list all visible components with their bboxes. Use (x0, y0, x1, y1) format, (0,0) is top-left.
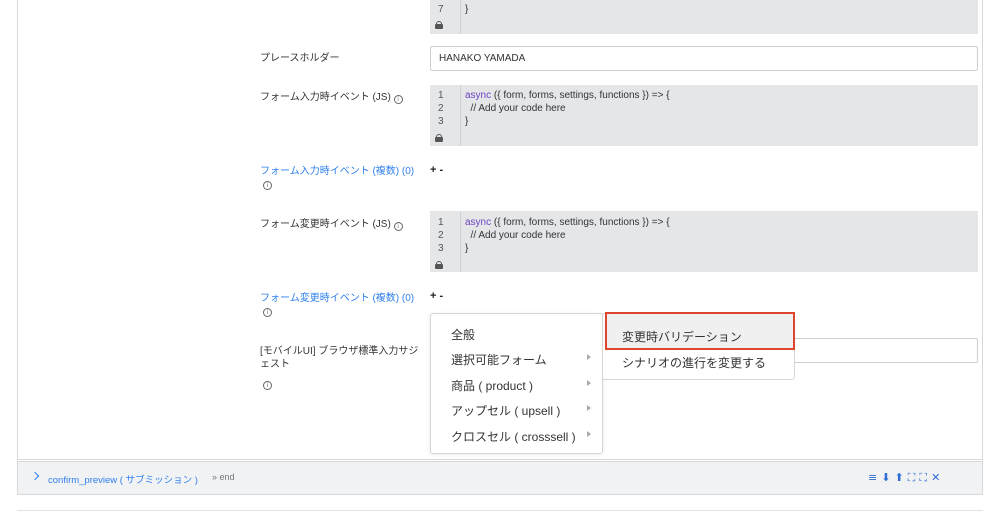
form-input-event-label: フォーム入力時イベント (JS) i (260, 91, 403, 104)
info-icon[interactable]: i (263, 181, 272, 190)
info-icon[interactable]: i (263, 381, 272, 390)
add-remove-controls: + - (430, 164, 443, 176)
add-button[interactable]: + (430, 164, 436, 176)
end-label: » end (212, 472, 235, 482)
line-number: 3 (438, 116, 444, 127)
menu-icon[interactable]: ≡ (868, 471, 877, 484)
lock-icon[interactable] (435, 134, 443, 142)
code-line: } (465, 243, 469, 254)
collapse-icon[interactable]: ⛶ (908, 471, 916, 484)
add-remove-controls: + - (430, 290, 443, 302)
line-number: 2 (438, 103, 444, 114)
info-icon[interactable]: i (393, 95, 403, 104)
placeholder-input[interactable]: HANAKO YAMADA (430, 46, 978, 71)
general-submenu: 変更時バリデーション シナリオの進行を変更する (602, 312, 795, 380)
chevron-right-icon (587, 431, 591, 437)
lock-icon[interactable] (435, 21, 443, 29)
code-line: } (465, 4, 469, 15)
line-number: 1 (438, 90, 444, 101)
chevron-right-icon (587, 405, 591, 411)
line-number: 7 (438, 4, 444, 15)
line-number: 2 (438, 230, 444, 241)
arrow-up-icon[interactable]: ⬆ (894, 471, 903, 484)
menu-item-crosssell[interactable]: クロスセル ( crosssell ) (451, 428, 576, 445)
remove-button[interactable]: - (440, 164, 444, 176)
lock-icon[interactable] (435, 261, 443, 269)
step-toolbar: ≡ ⬇ ⬆ ⛶ ⛶ ✕ (868, 471, 944, 485)
step-header-bar[interactable]: confirm_preview ( サブミッション ) » end ≡ ⬇ ⬆ ⛶ ⛶ ✕ (17, 461, 983, 495)
code-line: } (465, 116, 469, 127)
form-change-event-multi-link[interactable]: フォーム変更時イベント (複数) (0) (260, 292, 414, 305)
code-line: async ({ form, forms, settings, function… (465, 217, 670, 228)
code-editor-top[interactable]: 7 } (430, 0, 978, 34)
code-line: async ({ form, forms, settings, function… (465, 90, 670, 101)
chevron-right-icon[interactable] (30, 471, 40, 481)
menu-item-product[interactable]: 商品 ( product ) (451, 377, 533, 394)
placeholder-label: プレースホルダー (260, 53, 340, 64)
line-number: 1 (438, 217, 444, 228)
submenu-item-change-scenario-progress[interactable]: シナリオの進行を変更する (622, 354, 766, 371)
form-input-event-multi-link[interactable]: フォーム入力時イベント (複数) (0) (260, 165, 414, 178)
expand-icon[interactable]: ⛶ (919, 471, 927, 484)
info-icon[interactable]: i (263, 308, 272, 317)
code-editor-form-input[interactable]: 1 async ({ form, forms, settings, functi… (430, 85, 978, 146)
submenu-item-change-validation[interactable]: 変更時バリデーション (622, 328, 742, 345)
mobile-suggest-label: [モバイルUI] ブラウザ標準入力サジ ェスト (260, 346, 419, 370)
event-category-menu: 全般 選択可能フォーム 商品 ( product ) アップセル ( upsel… (430, 313, 603, 454)
chevron-right-icon (587, 380, 591, 386)
form-change-event-text: フォーム変更時イベント (JS) (260, 219, 391, 230)
code-comment: // Add your code here (465, 103, 566, 114)
code-editor-form-change[interactable]: 1 async ({ form, forms, settings, functi… (430, 211, 978, 272)
remove-button[interactable]: - (440, 290, 444, 302)
menu-item-general[interactable]: 全般 (451, 326, 475, 343)
divider (17, 510, 983, 511)
menu-item-selectable-forms[interactable]: 選択可能フォーム (451, 351, 547, 368)
arrow-down-icon[interactable]: ⬇ (881, 471, 890, 484)
add-button[interactable]: + (430, 290, 436, 302)
form-change-event-label: フォーム変更時イベント (JS) i (260, 218, 403, 231)
menu-item-upsell[interactable]: アップセル ( upsell ) (451, 402, 560, 419)
chevron-right-icon (587, 354, 591, 360)
step-title-link[interactable]: confirm_preview ( サブミッション ) (48, 472, 198, 486)
line-number: 3 (438, 243, 444, 254)
info-icon[interactable]: i (393, 222, 403, 231)
code-comment: // Add your code here (465, 230, 566, 241)
form-input-event-text: フォーム入力時イベント (JS) (260, 92, 391, 103)
close-icon[interactable]: ✕ (931, 471, 940, 484)
